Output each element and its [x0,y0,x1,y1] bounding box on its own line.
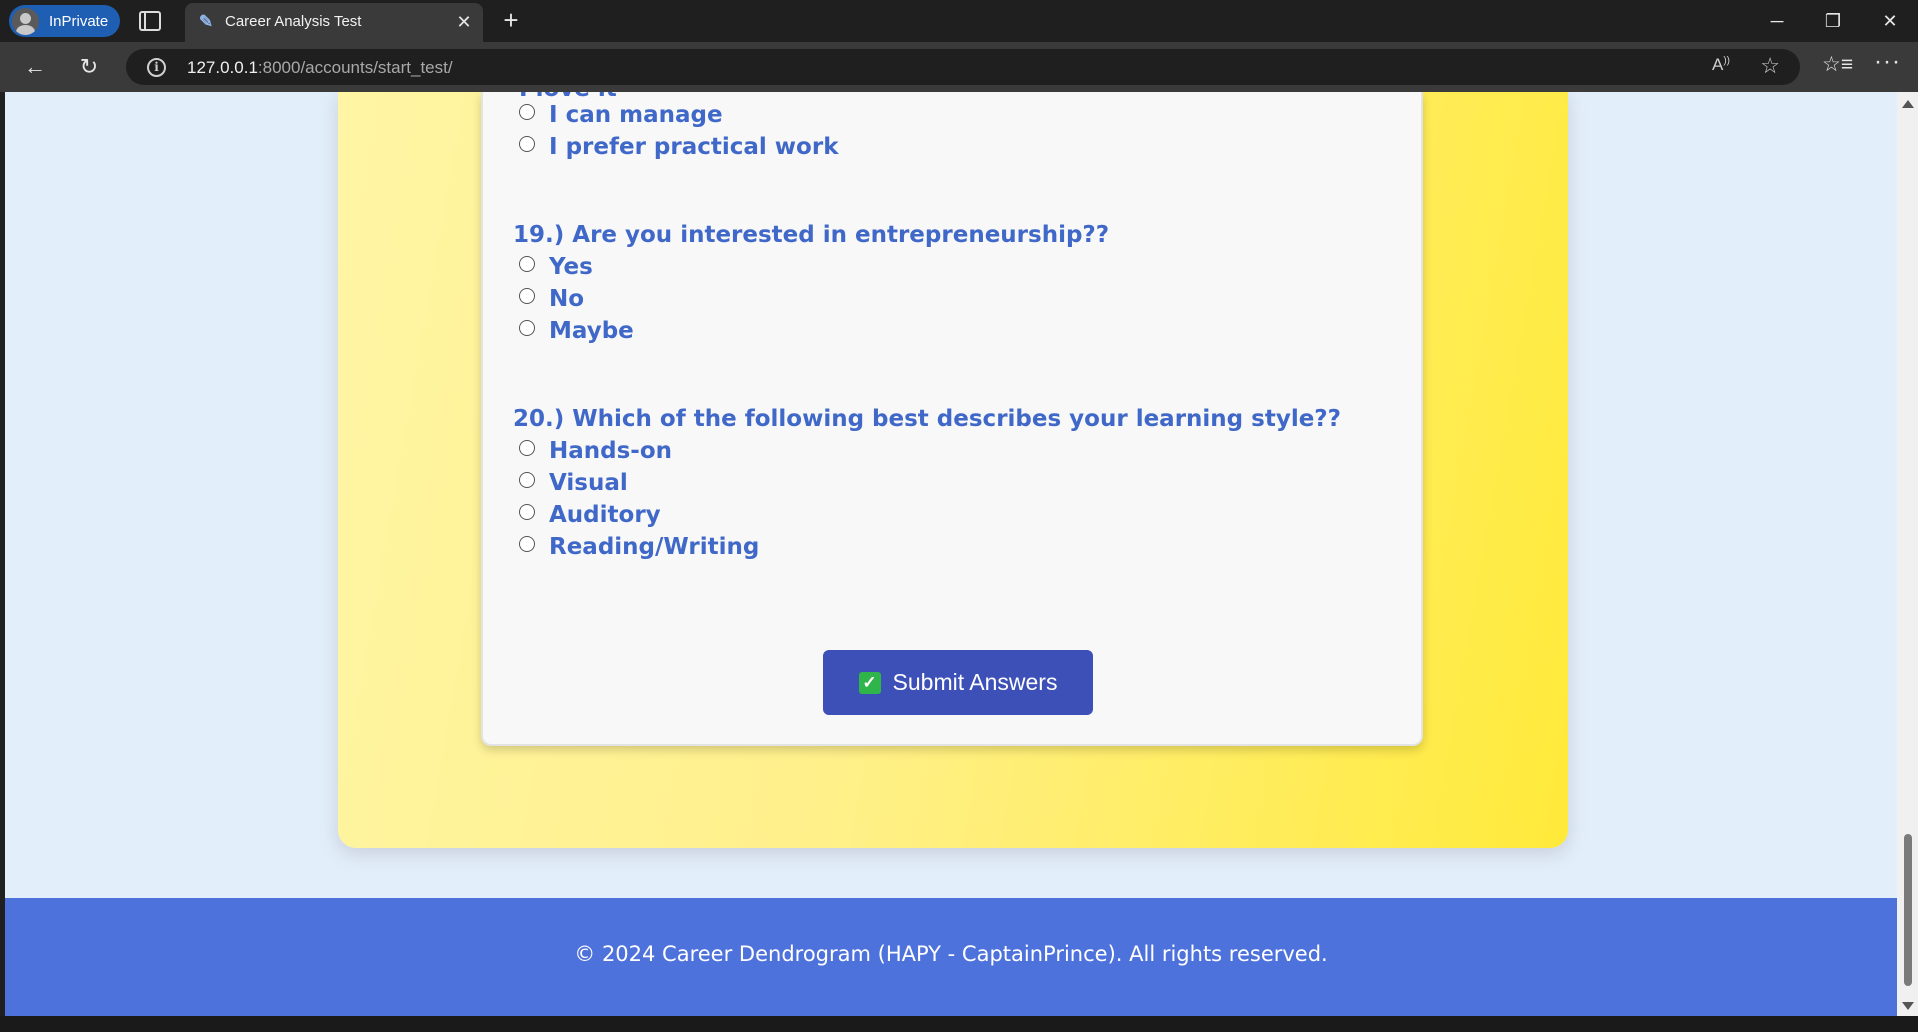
restore-icon[interactable]: ❐ [1813,5,1853,37]
question-20-title: 20.) Which of the following best describ… [513,406,1341,432]
profile-avatar-icon [12,7,39,35]
site-favicon-icon: ✎ [198,12,214,31]
new-tab-icon[interactable]: + [498,7,524,33]
address-bar-row: ← ↻ i 127.0.0.1:8000/accounts/start_test… [0,42,1918,92]
read-aloud-icon[interactable]: A)) [1712,55,1730,75]
radio-button[interactable] [519,472,535,488]
question-card: I love it I can manage I prefer practica… [481,92,1423,746]
window-close-icon[interactable]: ✕ [1870,5,1910,37]
favorites-icon[interactable]: ☆≡ [1822,52,1853,77]
q19-option-yes[interactable]: Yes [519,254,593,280]
address-bar[interactable]: i 127.0.0.1:8000/accounts/start_test/ A)… [126,49,1800,85]
page-viewport: I love it I can manage I prefer practica… [5,92,1897,1016]
q20-option-reading-writing[interactable]: Reading/Writing [519,534,759,560]
radio-button[interactable] [519,288,535,304]
checkmark-icon: ✓ [858,671,881,694]
radio-button[interactable] [519,256,535,272]
more-options-icon[interactable]: ··· [1874,48,1901,76]
scroll-thumb[interactable] [1904,834,1912,986]
tab-title: Career Analysis Test [225,13,362,30]
scroll-up-icon[interactable] [1902,100,1914,108]
minimize-icon[interactable]: ─ [1757,5,1797,37]
refresh-icon[interactable]: ↻ [74,52,104,82]
radio-button[interactable] [519,504,535,520]
inprivate-label: InPrivate [49,12,109,30]
radio-button[interactable] [519,320,535,336]
q19-option-no[interactable]: No [519,286,584,312]
back-icon[interactable]: ← [20,52,50,82]
scroll-down-icon[interactable] [1902,1002,1914,1010]
vertical-scrollbar[interactable] [1897,92,1918,1016]
q18-option-1[interactable]: I can manage [519,102,723,128]
q19-option-maybe[interactable]: Maybe [519,318,634,344]
submit-answers-button[interactable]: ✓ Submit Answers [823,650,1093,715]
q20-option-visual[interactable]: Visual [519,470,628,496]
radio-button[interactable] [519,104,535,120]
radio-button[interactable] [519,440,535,456]
inprivate-badge[interactable]: InPrivate [9,5,120,37]
favorite-star-icon[interactable]: ☆ [1760,53,1780,79]
radio-button[interactable] [519,536,535,552]
q20-option-auditory[interactable]: Auditory [519,502,661,528]
close-tab-icon[interactable]: ✕ [454,12,474,32]
site-info-icon[interactable]: i [147,58,166,77]
question-19-title: 19.) Are you interested in entrepreneurs… [513,222,1110,248]
url-text[interactable]: 127.0.0.1:8000/accounts/start_test/ [187,58,453,78]
taskbar-edge [0,1016,1918,1032]
partial-option-label: I love it [519,92,617,102]
tab-career-analysis[interactable]: ✎ Career Analysis Test ✕ [185,3,483,42]
title-bar: InPrivate ✎ Career Analysis Test ✕ + ─ ❐… [0,0,1918,42]
footer-copyright: © 2024 Career Dendrogram (HAPY - Captain… [574,942,1328,966]
page-footer: © 2024 Career Dendrogram (HAPY - Captain… [5,898,1897,1016]
q20-option-hands-on[interactable]: Hands-on [519,438,672,464]
tab-actions-icon[interactable] [139,11,161,31]
radio-button[interactable] [519,136,535,152]
q18-option-2[interactable]: I prefer practical work [519,134,839,160]
